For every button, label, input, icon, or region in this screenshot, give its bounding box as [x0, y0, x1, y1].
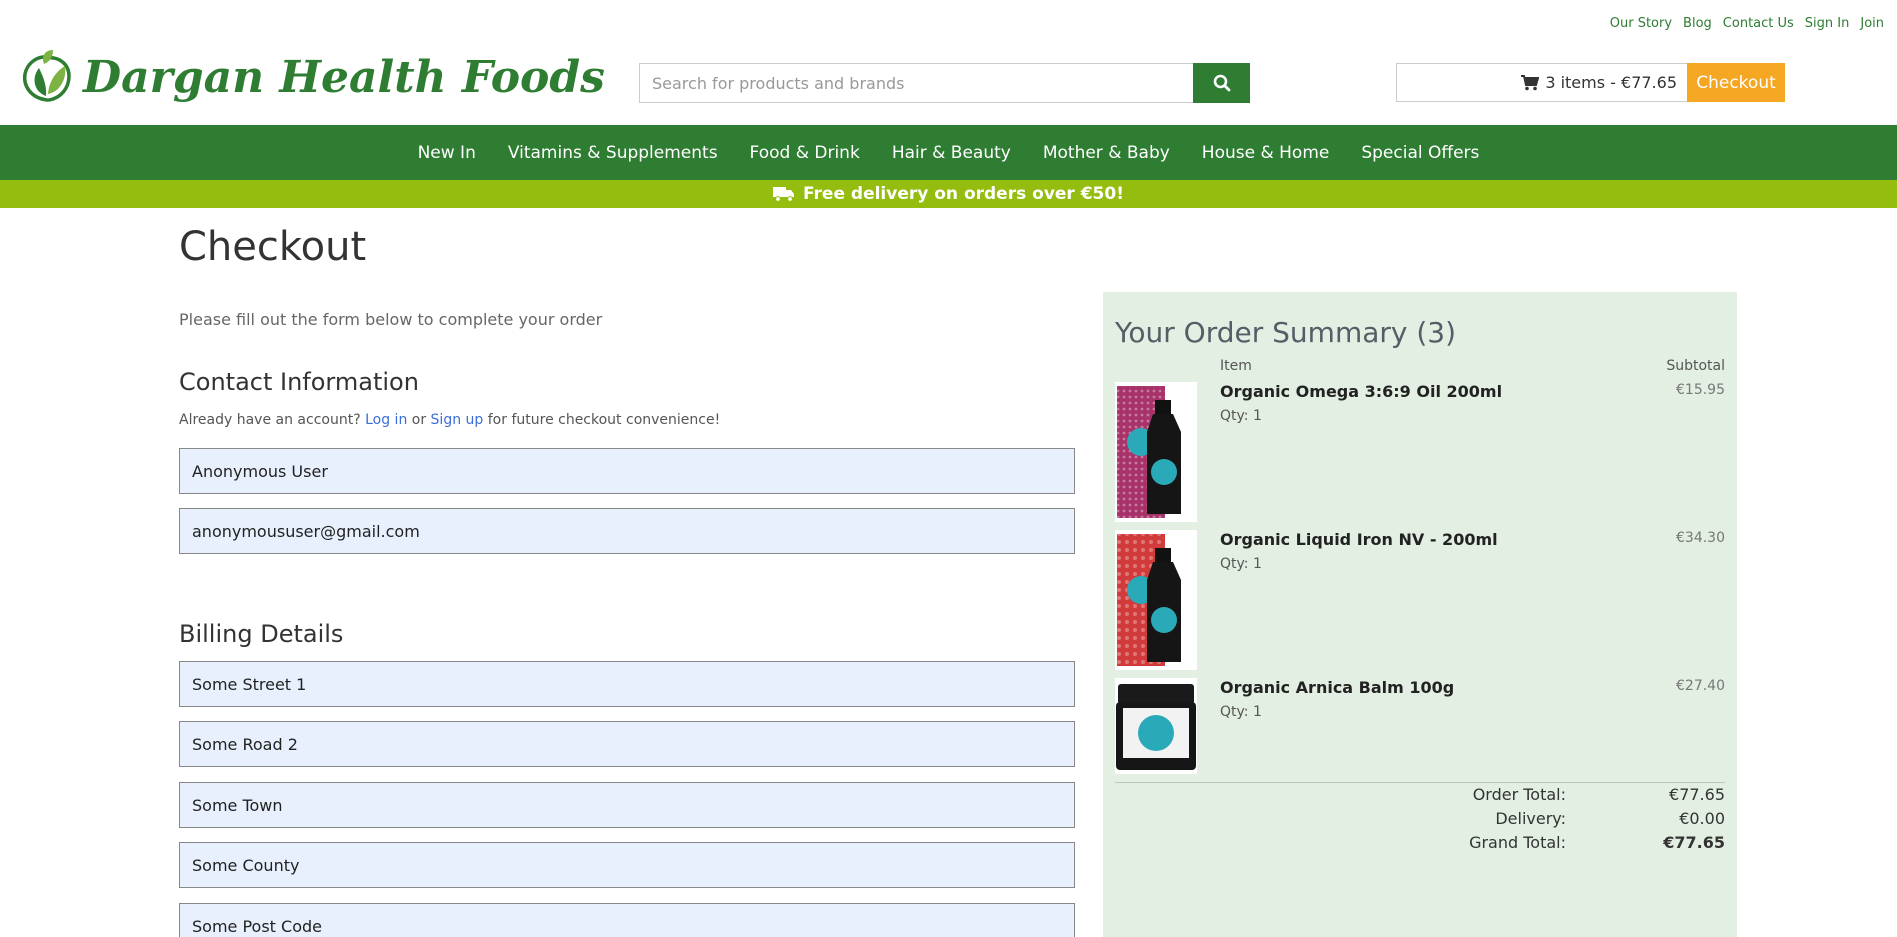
billing-town-field[interactable] [179, 782, 1075, 828]
search-bar [639, 63, 1250, 103]
billing-address2-field[interactable] [179, 721, 1075, 767]
email-field[interactable] [179, 508, 1075, 554]
nav-item-mother-baby[interactable]: Mother & Baby [1027, 143, 1186, 163]
column-header-subtotal: Subtotal [1666, 358, 1725, 374]
login-link[interactable]: Log in [365, 412, 407, 428]
our-story-link[interactable]: Our Story [1610, 16, 1672, 31]
order-total-value: €77.65 [1669, 785, 1725, 804]
sign-in-link[interactable]: Sign In [1805, 16, 1850, 31]
account-prompt: Already have an account? Log in or Sign … [179, 412, 720, 428]
page-title: Checkout [179, 224, 367, 270]
account-prompt-suffix: for future checkout convenience! [487, 412, 721, 428]
account-prompt-prefix: Already have an account? [179, 412, 361, 428]
contact-us-link[interactable]: Contact Us [1723, 16, 1794, 31]
utility-links: Our Story Blog Contact Us Sign In Join [1610, 16, 1884, 31]
grand-total-value: €77.65 [1663, 833, 1725, 852]
order-total-label: Order Total: [1472, 785, 1566, 804]
nav-item-new-in[interactable]: New In [402, 143, 492, 163]
summary-divider [1115, 782, 1725, 783]
nav-item-special-offers[interactable]: Special Offers [1345, 143, 1495, 163]
leaf-logo-icon [22, 50, 71, 102]
brand-name: Dargan Health Foods [83, 51, 605, 103]
main-nav: New In Vitamins & Supplements Food & Dri… [0, 125, 1897, 180]
billing-postcode-field[interactable] [179, 903, 1075, 937]
billing-address1-field[interactable] [179, 661, 1075, 707]
billing-county-field[interactable] [179, 842, 1075, 888]
site-logo[interactable]: Dargan Health Foods [19, 48, 605, 106]
search-icon [1213, 74, 1230, 92]
contact-heading: Contact Information [179, 368, 419, 396]
mini-cart: 3 items - €77.65 Checkout [1396, 63, 1785, 102]
omega-oil-product-graphic [1117, 386, 1181, 518]
line-item-name[interactable]: Organic Omega 3:6:9 Oil 200ml [1220, 382, 1502, 401]
delivery-label: Delivery: [1495, 809, 1566, 828]
line-item-name[interactable]: Organic Arnica Balm 100g [1220, 678, 1454, 697]
nav-item-house-home[interactable]: House & Home [1186, 143, 1346, 163]
delivery-value: €0.00 [1679, 809, 1725, 828]
column-header-item: Item [1220, 358, 1252, 374]
blog-link[interactable]: Blog [1683, 16, 1712, 31]
line-item-qty: Qty: 1 [1220, 556, 1262, 572]
truck-icon [773, 187, 795, 202]
liquid-iron-product-graphic [1117, 534, 1181, 666]
cart-icon [1521, 74, 1540, 90]
nav-item-vitamins-supplements[interactable]: Vitamins & Supplements [492, 143, 734, 163]
line-item-price: €34.30 [1676, 530, 1725, 546]
cart-summary[interactable]: 3 items - €77.65 [1396, 63, 1687, 102]
order-summary-title: Your Order Summary (3) [1115, 316, 1457, 349]
header-checkout-button[interactable]: Checkout [1687, 63, 1785, 102]
arnica-balm-product-image[interactable] [1115, 678, 1197, 774]
line-item-name[interactable]: Organic Liquid Iron NV - 200ml [1220, 530, 1498, 549]
name-field[interactable] [179, 448, 1075, 494]
checkout-intro: Please fill out the form below to comple… [179, 310, 603, 329]
search-button[interactable] [1193, 63, 1250, 103]
free-delivery-banner: Free delivery on orders over €50! [0, 180, 1897, 208]
omega-oil-product-image[interactable] [1115, 382, 1197, 522]
order-line-item: Organic Liquid Iron NV - 200ml Qty: 1 €3… [1115, 530, 1725, 670]
billing-heading: Billing Details [179, 620, 344, 648]
order-line-item: Organic Omega 3:6:9 Oil 200ml Qty: 1 €15… [1115, 382, 1725, 522]
arnica-balm-product-graphic [1116, 684, 1196, 770]
order-summary-panel: Your Order Summary (3) Item Subtotal Org… [1103, 292, 1737, 937]
cart-summary-text: 3 items - €77.65 [1545, 73, 1677, 92]
promo-text: Free delivery on orders over €50! [803, 184, 1124, 204]
line-item-qty: Qty: 1 [1220, 704, 1262, 720]
grand-total-label: Grand Total: [1469, 833, 1566, 852]
line-item-price: €27.40 [1676, 678, 1725, 694]
account-prompt-or: or [411, 412, 427, 428]
line-item-qty: Qty: 1 [1220, 408, 1262, 424]
order-line-item: Organic Arnica Balm 100g Qty: 1 €27.40 [1115, 678, 1725, 774]
join-link[interactable]: Join [1860, 16, 1884, 31]
liquid-iron-product-image[interactable] [1115, 530, 1197, 670]
signup-link[interactable]: Sign up [431, 412, 484, 428]
line-item-price: €15.95 [1676, 382, 1725, 398]
nav-item-food-drink[interactable]: Food & Drink [734, 143, 876, 163]
nav-item-hair-beauty[interactable]: Hair & Beauty [876, 143, 1027, 163]
search-input[interactable] [639, 63, 1193, 103]
